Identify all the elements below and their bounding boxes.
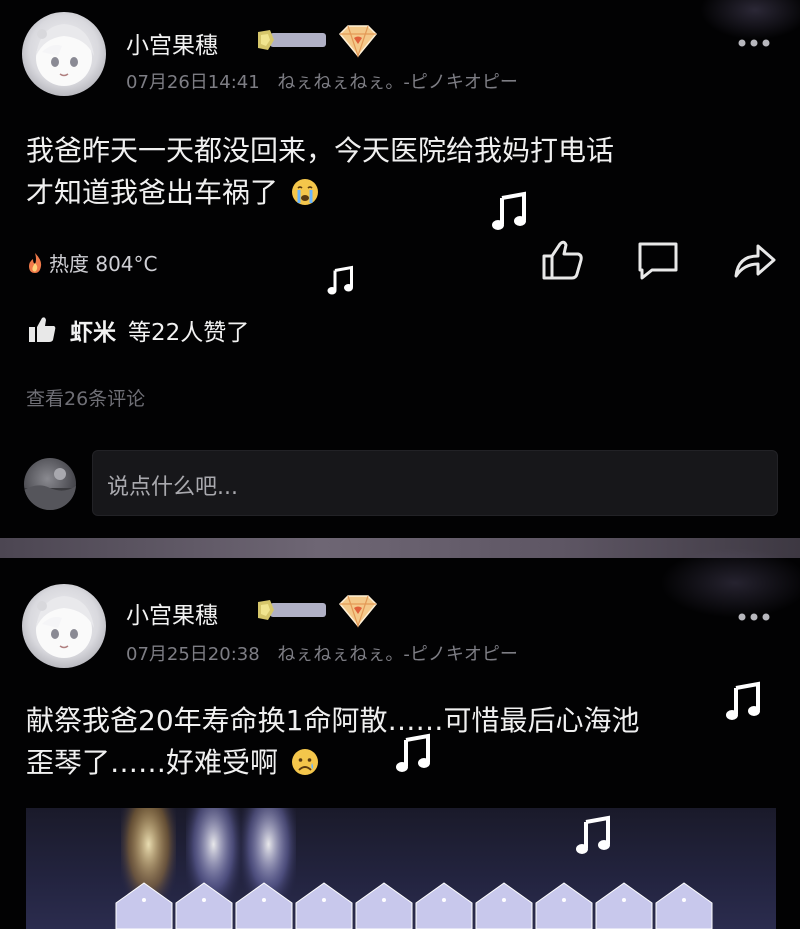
post-divider	[0, 538, 800, 558]
music-note-icon	[490, 190, 530, 234]
anime-girl-avatar-icon	[36, 596, 94, 658]
thumbs-up-icon	[542, 240, 583, 280]
current-user-avatar	[24, 458, 76, 510]
more-icon	[738, 39, 770, 47]
likes-summary[interactable]: 虾米 等22人赞了	[26, 313, 249, 347]
music-note-icon	[394, 732, 434, 776]
user-signature: ねぇねぇねぇ。-ピノキオピー	[277, 72, 518, 93]
post-content: 我爸昨天一天都没回来，今天医院给我妈打电话 才知道我爸出车祸了	[26, 130, 778, 214]
share-icon	[734, 244, 776, 278]
username[interactable]: 小宫果穗	[126, 26, 218, 60]
user-signature: ねぇねぇねぇ。-ピノキオピー	[277, 644, 518, 665]
avatar[interactable]	[22, 12, 106, 96]
anime-girl-avatar-icon	[36, 24, 94, 86]
thumbs-up-filled-icon	[29, 317, 56, 342]
gacha-banner-image	[115, 808, 713, 929]
flame-icon	[29, 252, 42, 273]
post-content-line: 才知道我爸出车祸了	[26, 176, 279, 209]
level-badge-icon	[258, 30, 326, 50]
view-comments-link[interactable]: 查看26条评论	[26, 384, 145, 411]
post-image[interactable]	[26, 808, 776, 929]
level-badge-icon	[258, 600, 326, 620]
landscape-avatar-icon	[24, 468, 76, 510]
heat-indicator: 热度 804°C	[24, 248, 158, 277]
post-meta: 07月26日14:41 ねぇねぇねぇ。-ピノキオピー	[126, 68, 518, 94]
more-options-button[interactable]	[736, 604, 772, 629]
heat-label: 热度 804°C	[49, 252, 158, 276]
post-content-line: 歪琴了……好难受啊	[26, 746, 279, 779]
comment-input[interactable]: 说点什么吧...	[92, 450, 778, 516]
post-meta: 07月25日20:38 ねぇねぇねぇ。-ピノキオピー	[126, 640, 518, 666]
more-icon	[738, 613, 770, 621]
music-note-icon	[574, 814, 614, 858]
crying-face-icon	[291, 179, 318, 205]
music-note-icon	[724, 680, 764, 724]
username[interactable]: 小宫果穗	[126, 596, 218, 630]
diamond-badge-icon	[338, 25, 378, 58]
comment-button[interactable]	[634, 236, 682, 284]
sad-face-icon	[291, 749, 318, 775]
like-button[interactable]	[538, 236, 586, 284]
likes-count: 等22人赞了	[128, 320, 250, 346]
post-card: 小宫果穗 07月26日14:41 ねぇねぇねぇ。-ピノキオピー 我爸昨天一天都没…	[0, 0, 800, 538]
post-timestamp: 07月26日14:41	[126, 72, 260, 93]
liker-name[interactable]: 虾米	[70, 313, 116, 347]
diamond-badge-icon	[338, 595, 378, 628]
post-content-line: 我爸昨天一天都没回来，今天医院给我妈打电话	[26, 134, 615, 167]
music-note-icon	[326, 264, 356, 298]
avatar[interactable]	[22, 584, 106, 668]
more-options-button[interactable]	[736, 30, 772, 55]
comment-icon	[638, 242, 678, 280]
share-button[interactable]	[730, 236, 778, 284]
post-card: 小宫果穗 07月25日20:38 ねぇねぇねぇ。-ピノキオピー 献祭我爸20年寿…	[0, 548, 800, 929]
post-timestamp: 07月25日20:38	[126, 644, 260, 665]
